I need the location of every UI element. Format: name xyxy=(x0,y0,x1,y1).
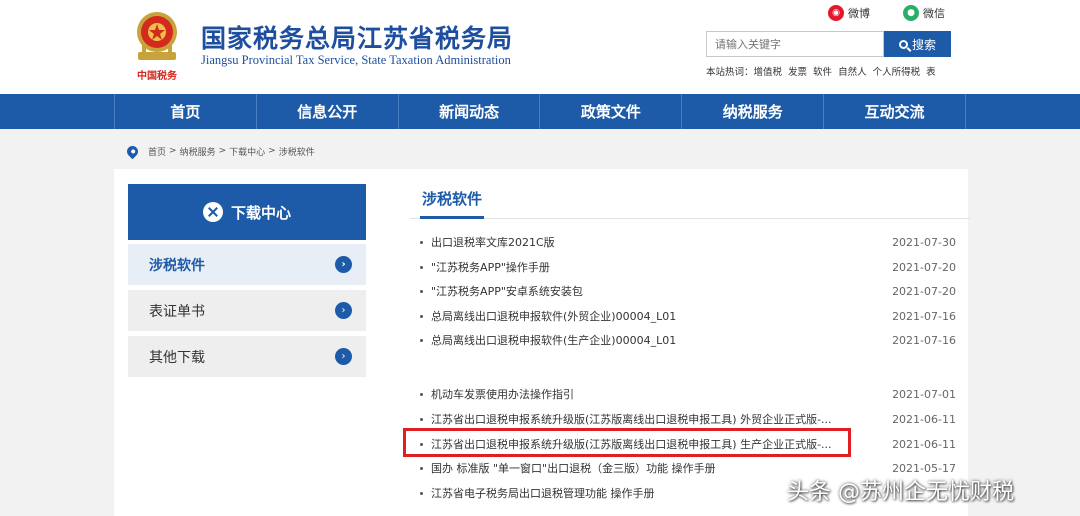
bullet-icon xyxy=(420,417,423,421)
weibo-label: 微博 xyxy=(848,7,870,20)
watermark: 头条 @苏州企无忧财税 xyxy=(787,480,1014,505)
svg-text:中国税务: 中国税务 xyxy=(137,69,178,82)
tax-emblem-logo[interactable]: 中国税务 xyxy=(128,6,186,88)
nav-item-policy[interactable]: 政策文件 xyxy=(540,94,683,129)
list-item[interactable]: "江苏税务APP"操作手册 2021-07-20 xyxy=(420,258,956,276)
breadcrumb-item[interactable]: 纳税服务 xyxy=(180,145,216,158)
nav-item-home[interactable]: 首页 xyxy=(115,94,257,129)
list-item[interactable]: 出口退税率文库2021C版 2021-07-30 xyxy=(420,233,956,251)
search-icon xyxy=(898,39,908,49)
hot-word[interactable]: 软件 xyxy=(813,64,832,78)
list-item-date: 2021-07-16 xyxy=(892,333,956,347)
breadcrumb-separator: > xyxy=(268,146,276,156)
list-item[interactable]: 江苏省出口退税申报系统升级版(江苏版离线出口退税申报工具) 外贸企业正式版-..… xyxy=(420,410,956,428)
site-header: 中国税务 国家税务总局江苏省税务局 Jiangsu Provincial Tax… xyxy=(0,0,1080,94)
sidebar-title: 下载中心 xyxy=(230,203,291,222)
list-item[interactable]: 总局离线出口退税申报软件(生产企业)00004_L01 2021-07-16 xyxy=(420,331,956,349)
site-subtitle: Jiangsu Provincial Tax Service, State Ta… xyxy=(201,53,511,67)
nav-item-service[interactable]: 纳税服务 xyxy=(682,94,825,129)
bullet-icon xyxy=(420,491,423,495)
list-item-title[interactable]: "江苏税务APP"操作手册 xyxy=(431,259,886,275)
nav-item-news[interactable]: 新闻动态 xyxy=(399,94,541,129)
hot-word[interactable]: 个人所得税 xyxy=(873,64,921,78)
list-item[interactable]: 总局离线出口退税申报软件(外贸企业)00004_L01 2021-07-16 xyxy=(420,307,956,325)
search-button[interactable]: 搜索 xyxy=(884,31,951,57)
hot-word[interactable]: 增值税 xyxy=(754,64,783,78)
wechat-label: 微信 xyxy=(923,7,945,20)
sidebar-item-label: 表证单书 xyxy=(149,303,205,320)
sidebar-item-label: 其他下载 xyxy=(149,349,205,366)
chevron-right-icon: › xyxy=(335,256,352,273)
list-item-title[interactable]: 机动车发票使用办法操作指引 xyxy=(431,386,886,402)
list-item-date: 2021-07-30 xyxy=(892,235,956,249)
location-pin-icon xyxy=(124,143,141,159)
chevron-right-icon: › xyxy=(335,348,352,365)
section-title: 涉税软件 xyxy=(422,190,483,208)
breadcrumb-item[interactable]: 下载中心 xyxy=(229,145,265,158)
breadcrumb-separator: > xyxy=(169,146,177,156)
wechat-icon: ● xyxy=(903,5,919,21)
highlight-box xyxy=(403,428,851,457)
breadcrumb-separator: > xyxy=(218,146,227,156)
site-title: 国家税务总局江苏省税务局 xyxy=(201,24,514,53)
sidebar-item-label: 涉税软件 xyxy=(149,257,205,274)
list-item-date: 2021-07-16 xyxy=(892,309,956,323)
search-input[interactable] xyxy=(706,31,884,57)
weibo-icon: ◉ xyxy=(828,5,844,21)
hot-word[interactable]: 表 xyxy=(926,64,936,78)
list-item-title[interactable]: "江苏税务APP"安卓系统安装包 xyxy=(431,283,886,299)
bullet-icon xyxy=(420,466,423,470)
download-center-icon xyxy=(202,202,223,222)
list-item-date: 2021-07-01 xyxy=(892,387,956,401)
list-item-title[interactable]: 江苏省出口退税申报系统升级版(江苏版离线出口退税申报工具) 外贸企业正式版-..… xyxy=(431,411,886,427)
list-item-title[interactable]: 总局离线出口退税申报软件(外贸企业)00004_L01 xyxy=(431,308,886,324)
chevron-right-icon: › xyxy=(335,302,352,319)
main-nav: 首页 信息公开 新闻动态 政策文件 纳税服务 互动交流 xyxy=(0,94,1080,129)
list-item[interactable]: 机动车发票使用办法操作指引 2021-07-01 xyxy=(420,385,956,403)
list-item-title[interactable]: 出口退税率文库2021C版 xyxy=(431,234,886,250)
bullet-icon xyxy=(420,392,423,396)
section-title-underline xyxy=(420,216,484,219)
sidebar-item-tax-software[interactable]: 涉税软件 › xyxy=(128,244,366,285)
nav-item-interaction[interactable]: 互动交流 xyxy=(824,94,966,129)
weibo-link[interactable]: ◉ 微博 xyxy=(828,4,870,22)
bullet-icon xyxy=(420,314,423,318)
sidebar-item-forms[interactable]: 表证单书 › xyxy=(128,290,366,331)
sidebar-item-other-downloads[interactable]: 其他下载 › xyxy=(128,336,366,377)
list-item-date: 2021-05-17 xyxy=(892,461,956,475)
list-item-title[interactable]: 总局离线出口退税申报软件(生产企业)00004_L01 xyxy=(431,332,886,348)
breadcrumb: 首页 > 纳税服务 > 下载中心 > 涉税软件 xyxy=(124,143,315,159)
hot-word[interactable]: 发票 xyxy=(788,64,807,78)
breadcrumb-item[interactable]: 首页 xyxy=(148,145,166,158)
hot-words-label: 本站热词： xyxy=(706,67,754,78)
search-button-label: 搜索 xyxy=(911,37,936,52)
section-divider xyxy=(410,218,970,219)
nav-item-info[interactable]: 信息公开 xyxy=(257,94,399,129)
bullet-icon xyxy=(420,289,423,293)
list-item-date: 2021-06-11 xyxy=(892,412,956,426)
bullet-icon xyxy=(420,338,423,342)
sidebar-header: 下载中心 xyxy=(128,184,366,240)
bullet-icon xyxy=(420,240,423,244)
list-item-date: 2021-06-11 xyxy=(892,437,956,451)
list-item-date: 2021-07-20 xyxy=(892,260,956,274)
list-item-date: 2021-07-20 xyxy=(892,284,956,298)
hot-word[interactable]: 自然人 xyxy=(838,64,867,78)
bullet-icon xyxy=(420,265,423,269)
wechat-link[interactable]: ● 微信 xyxy=(903,4,945,22)
hot-words: 本站热词： 增值税 发票 软件 自然人 个人所得税 表 xyxy=(706,64,936,78)
breadcrumb-item-current: 涉税软件 xyxy=(278,147,315,158)
list-item[interactable]: "江苏税务APP"安卓系统安装包 2021-07-20 xyxy=(420,282,956,300)
